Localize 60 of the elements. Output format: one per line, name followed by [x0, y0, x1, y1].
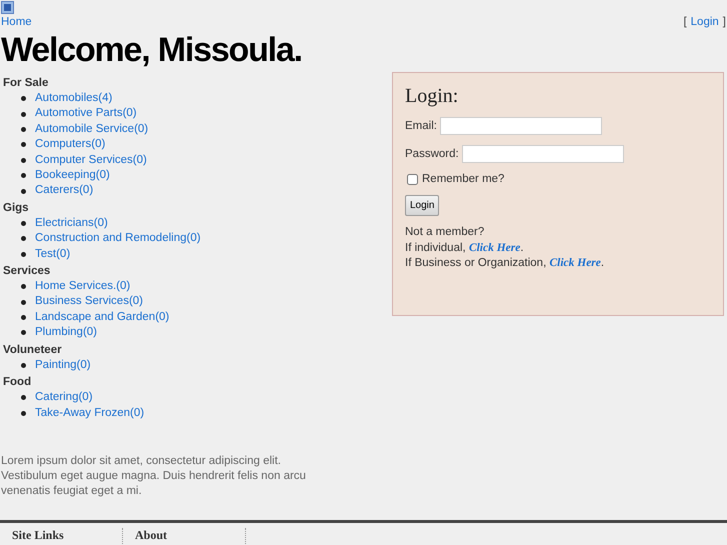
- category-heading: For Sale: [2, 76, 50, 91]
- not-member-text: Not a member?: [405, 225, 486, 240]
- category-heading: Gigs: [2, 200, 30, 216]
- bracket: [: [683, 16, 687, 30]
- bullet-icon: [21, 362, 26, 368]
- login-title: Login:: [405, 85, 460, 108]
- bullet-icon: [21, 410, 26, 416]
- bullet-icon: [21, 173, 26, 178]
- input-field[interactable]: [462, 145, 624, 163]
- bullet-icon: [21, 252, 26, 257]
- bullet-icon: [21, 112, 26, 117]
- category-link[interactable]: Caterers(0): [35, 183, 94, 199]
- footer-heading: Site Links: [0, 528, 123, 545]
- signup-sentence: If individual, Click Here.: [405, 240, 525, 256]
- category-link[interactable]: Plumbing(0): [35, 325, 97, 341]
- bullet-icon: [21, 300, 26, 305]
- category-link[interactable]: Business Services(0): [35, 294, 144, 310]
- checkbox[interactable]: [407, 174, 418, 184]
- bullet-icon: [21, 158, 26, 163]
- intro-paragraph: Lorem ipsum dolor sit amet, consectetur adipiscing elit. Vestibulum eget augue magna. Duis hendrerit felis non arcu venenatis feugiat eget a mi.: [0, 454, 307, 499]
- bullet-icon: [21, 96, 26, 102]
- bullet-icon: [21, 142, 26, 148]
- category-link[interactable]: Bookeeping(0): [35, 168, 110, 184]
- input-field[interactable]: [440, 117, 602, 135]
- category-link[interactable]: Catering(0): [35, 390, 93, 406]
- category-heading: Services: [2, 264, 52, 280]
- home-link[interactable]: Home: [1, 16, 32, 32]
- field-label: Password:: [405, 148, 459, 160]
- footer-heading: About: [123, 528, 246, 545]
- bullet-icon: [21, 284, 26, 290]
- page-heading: Welcome, Missoula.: [0, 32, 303, 68]
- login-button[interactable]: Login: [405, 195, 440, 216]
- field-label: Email:: [405, 120, 437, 132]
- click-here-link[interactable]: Click Here: [468, 242, 520, 254]
- category-heading: Food: [2, 375, 32, 390]
- bullet-icon: [21, 315, 26, 320]
- bullet-icon: [21, 221, 26, 226]
- category-link[interactable]: Landscape and Garden(0): [35, 310, 170, 326]
- bullet-icon: [21, 127, 26, 132]
- category-link[interactable]: Automobiles(4): [35, 91, 112, 106]
- category-link[interactable]: Take-Away Frozen(0): [35, 406, 144, 421]
- bullet-icon: [21, 236, 26, 242]
- signup-sentence: If Business or Organization, Click Here.: [405, 256, 606, 271]
- category-link[interactable]: Computer Services(0): [35, 152, 147, 168]
- category-link[interactable]: Automotive Parts(0): [35, 106, 137, 122]
- bracket: ]: [722, 16, 726, 30]
- login-link[interactable]: Login: [690, 16, 719, 32]
- category-link[interactable]: Test(0): [35, 246, 70, 262]
- checkbox-label: Remember me?: [422, 173, 504, 185]
- category-link[interactable]: Home Services.(0): [35, 279, 130, 294]
- category-link[interactable]: Computers(0): [35, 137, 106, 153]
- bullet-icon: [21, 188, 26, 194]
- category-link[interactable]: Electricians(0): [35, 216, 108, 232]
- category-heading: Voluneteer: [2, 342, 63, 358]
- category-link[interactable]: Painting(0): [35, 358, 91, 374]
- click-here-link[interactable]: Click Here: [549, 257, 601, 269]
- category-link[interactable]: Automobile Service(0): [35, 122, 148, 138]
- bullet-icon: [21, 330, 26, 336]
- bullet-icon: [21, 395, 26, 400]
- category-link[interactable]: Construction and Remodeling(0): [35, 231, 201, 247]
